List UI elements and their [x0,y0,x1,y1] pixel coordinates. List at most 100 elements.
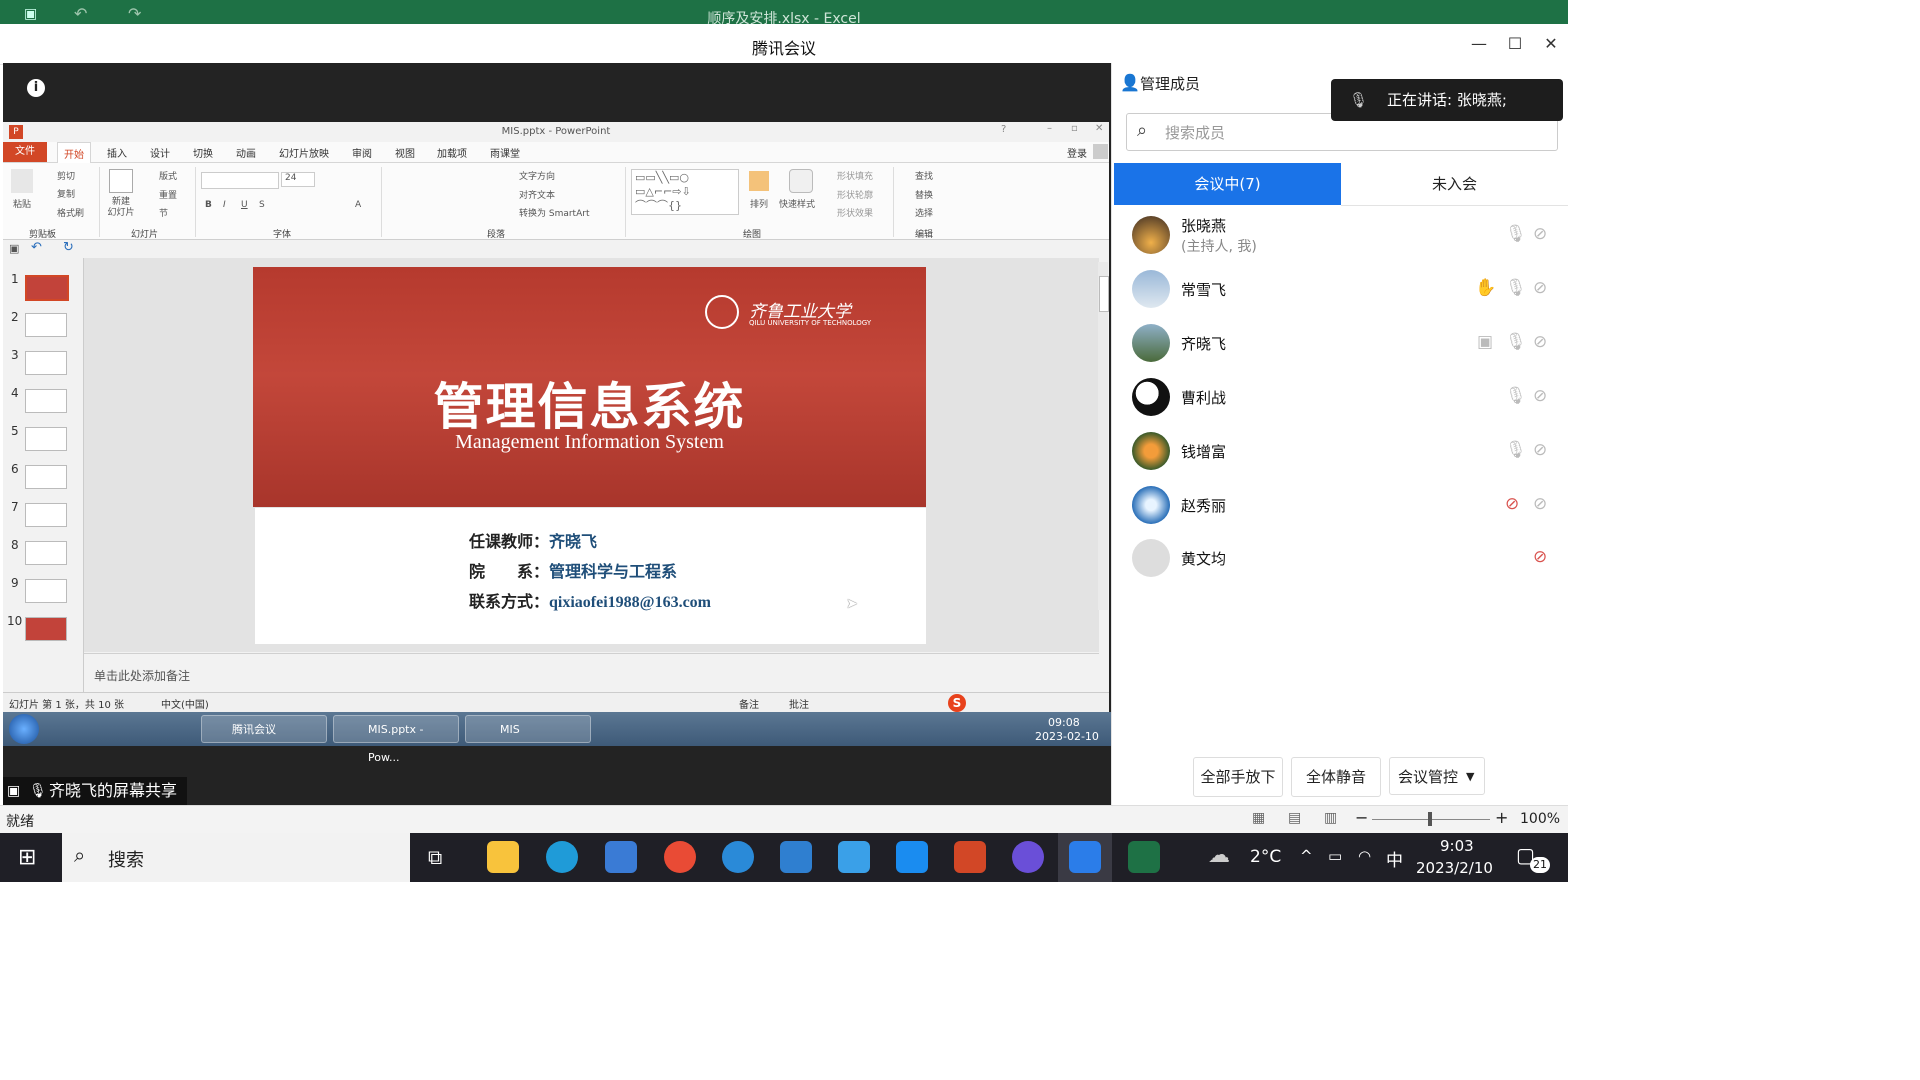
slide-thumb[interactable] [25,541,67,565]
taskbar-search[interactable]: ⌕ 搜索 [62,833,410,882]
drop-app-icon[interactable] [1012,841,1044,873]
member-row[interactable]: 张晓燕 (主持人, 我) 🎙 ⊘ [1113,208,1568,262]
new-slide-icon[interactable] [109,169,133,193]
tab-design[interactable]: 设计 [150,145,170,160]
quick-style-button[interactable]: 快速样式 [779,197,815,210]
task-folder[interactable]: MIS [465,715,591,743]
tab-home[interactable]: 开始 [57,142,91,165]
ppt-close-button[interactable]: ✕ [1095,123,1103,134]
underline-button[interactable]: U [241,200,248,210]
new-slide-button[interactable]: 新建 幻灯片 [101,197,141,219]
mic-icon[interactable]: 🎙 [1505,224,1527,244]
ppt-undo-icon[interactable]: ↶ [31,240,42,255]
page-layout-icon[interactable]: ▤ [1288,810,1301,826]
tab-file[interactable]: 文件 [3,142,47,162]
tab-addins[interactable]: 加载项 [437,145,467,160]
shadow-button[interactable]: S [259,200,265,210]
sogou-ime-icon[interactable]: S [948,694,966,712]
normal-view-icon[interactable]: ▦ [1252,810,1265,826]
cut-button[interactable]: 剪切 [57,169,75,182]
zoom-slider-handle[interactable] [1428,812,1432,826]
copy-button[interactable]: 复制 [57,187,75,200]
font-color-button[interactable]: A [355,200,361,210]
mic-muted-icon[interactable]: ⊘ [1505,494,1519,514]
info-icon[interactable]: i [27,79,45,97]
comments-button[interactable]: 批注 [789,696,809,711]
select-button[interactable]: 选择 [915,206,933,219]
ime-indicator[interactable]: 中 [1386,846,1403,871]
member-row[interactable]: 黄文均 ⊘ [1113,531,1568,585]
arrange-button[interactable]: 排列 [750,197,768,210]
clock-date[interactable]: 2023/2/10 [1416,859,1493,877]
start-orb-icon[interactable] [9,714,39,744]
task-view-icon[interactable]: ⧉ [428,845,442,869]
powerpoint-taskbar-icon[interactable] [954,841,986,873]
font-name-select[interactable] [201,172,279,189]
slide-thumb[interactable] [25,579,67,603]
edge-icon[interactable] [546,841,578,873]
member-row[interactable]: 曹利战 🎙 ⊘ [1113,370,1568,424]
ppt-minimize-button[interactable]: – [1047,123,1052,134]
help-icon[interactable]: ? [1001,124,1006,135]
clock-time[interactable]: 9:03 [1440,837,1474,855]
wifi-icon[interactable]: ◠ [1358,847,1371,865]
mic-muted-icon[interactable]: ⊘ [1533,547,1547,567]
feishu-icon[interactable] [838,841,870,873]
close-button[interactable]: ✕ [1538,32,1564,56]
meeting-control-button[interactable]: 会议管控 ▼ [1389,757,1485,795]
mic-icon[interactable]: 🎙 [1505,278,1527,298]
mic-icon[interactable]: 🎙 [1505,440,1527,460]
camera-off-icon[interactable]: ⊘ [1533,494,1547,514]
bold-button[interactable]: B [205,200,212,210]
paste-button[interactable]: 粘贴 [13,197,31,210]
tab-in-meeting[interactable]: 会议中(7) [1114,163,1341,205]
member-row[interactable]: 赵秀丽 ⊘ ⊘ [1113,478,1568,532]
shape-fill-button[interactable]: 形状填充 [837,169,873,182]
minimize-button[interactable]: — [1466,32,1492,56]
tab-review[interactable]: 审阅 [352,145,372,160]
layout-button[interactable]: 版式 [159,169,177,182]
ppt-restore-button[interactable]: ▫ [1071,123,1078,134]
windows-start-icon[interactable]: ⊞ [18,845,36,870]
battery-icon[interactable]: ▭ [1328,847,1342,865]
font-size-select[interactable]: 24 [281,172,315,187]
slide-thumb[interactable] [25,465,67,489]
camera-off-icon[interactable]: ⊘ [1533,332,1547,352]
page-break-icon[interactable]: ▥ [1324,810,1337,826]
scrollbar-thumb[interactable] [1099,276,1109,312]
align-text-button[interactable]: 对齐文本 [519,188,555,201]
shape-outline-button[interactable]: 形状轮廓 [837,188,873,201]
tab-transitions[interactable]: 切换 [193,145,213,160]
tab-rain-classroom[interactable]: 雨课堂 [490,145,520,160]
account-avatar[interactable] [1093,144,1108,159]
text-direction-button[interactable]: 文字方向 [519,169,555,182]
file-explorer-icon[interactable] [487,841,519,873]
slide-thumb[interactable] [25,503,67,527]
notes-button[interactable]: 备注 [739,696,759,711]
tab-not-joined[interactable]: 未入会 [1341,163,1568,206]
camera-off-icon[interactable]: ⊘ [1533,278,1547,298]
shapes-gallery[interactable]: ▭▭╲╲▭○ ▭△⌐⌐⇨⇩ ⌒⌒⌒{} [631,169,739,215]
member-row[interactable]: 钱增富 🎙 ⊘ [1113,424,1568,478]
browser-icon[interactable] [664,841,696,873]
italic-button[interactable]: I [223,200,226,210]
maximize-button[interactable]: ☐ [1502,32,1528,56]
camera-off-icon[interactable]: ⊘ [1533,224,1547,244]
mute-all-button[interactable]: 全体静音 [1291,757,1381,797]
task-powerpoint[interactable]: MIS.pptx - Pow... [333,715,459,764]
zoom-out-button[interactable]: − [1355,808,1368,827]
eye-app-icon[interactable] [722,841,754,873]
format-painter-button[interactable]: 格式刷 [57,206,84,219]
tab-view[interactable]: 视图 [395,145,415,160]
mail-icon[interactable] [780,841,812,873]
paste-icon[interactable] [11,169,33,193]
task-tencent-meeting[interactable]: 腾讯会议 [201,715,327,743]
arrange-icon[interactable] [749,171,769,191]
lower-all-hands-button[interactable]: 全部手放下 [1193,757,1283,797]
tencent-meeting-taskbar-active[interactable] [1058,833,1112,882]
slide-scrollbar[interactable] [1098,262,1109,610]
tab-animations[interactable]: 动画 [236,145,256,160]
member-row[interactable]: 齐晓飞 ▣ 🎙 ⊘ [1113,316,1568,370]
tab-insert[interactable]: 插入 [107,145,127,160]
store-icon[interactable] [605,841,637,873]
